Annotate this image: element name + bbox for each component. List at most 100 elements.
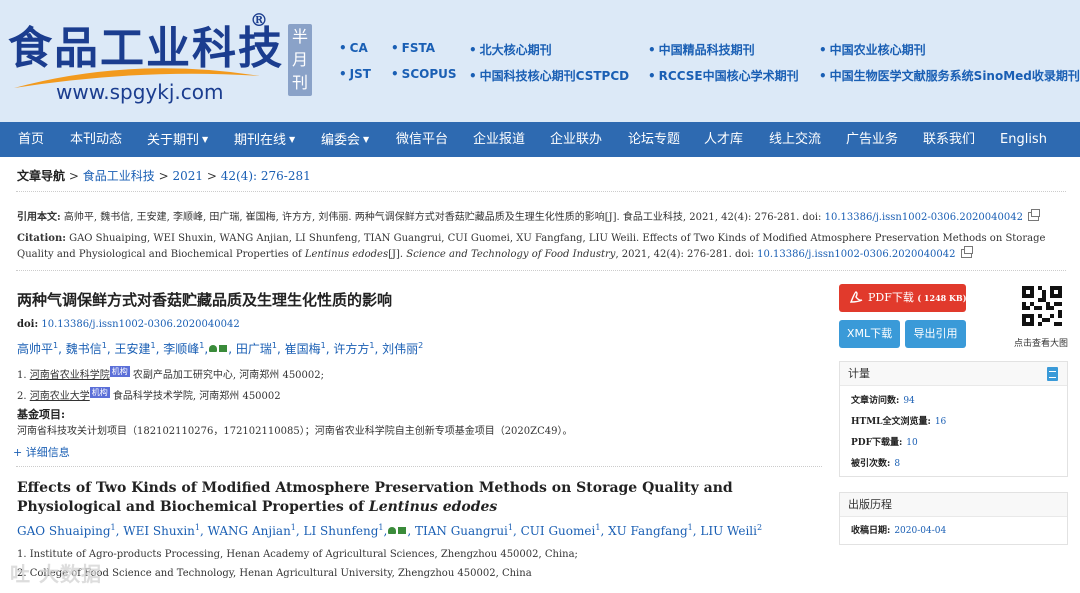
affiliation-sup: 1 (290, 523, 296, 532)
xml-download-button[interactable]: XML下载 (839, 320, 900, 348)
email-icon[interactable] (219, 345, 228, 352)
history-panel: 出版历程 收稿日期: 2020-04-04 (839, 492, 1068, 545)
author-link[interactable]: 王安建 (115, 342, 151, 356)
institution-badge[interactable]: 机构 (89, 387, 110, 398)
export-citation-button[interactable]: 导出引用 (905, 320, 966, 348)
affiliation-sup: 1 (199, 341, 205, 350)
breadcrumb-issue[interactable]: 42(4): 276-281 (221, 169, 311, 183)
index-elite-sci: • 中国精品科技期刊 (648, 43, 755, 57)
affiliation-org-link[interactable]: 河南省农业科学院 (30, 370, 110, 381)
caret-down-icon: ▼ (289, 135, 296, 144)
metrics-panel-header: 计量 (840, 362, 1067, 386)
pdf-icon (849, 291, 863, 303)
author-link[interactable]: WANG Anjian (208, 524, 291, 538)
index-jst: • JST (339, 67, 371, 81)
breadcrumb-journal[interactable]: 食品工业科技 (83, 169, 155, 183)
logo-url[interactable]: www.spgykj.com (56, 80, 223, 104)
qr-code-icon[interactable] (1022, 286, 1062, 326)
metric-row: 文章访问数: 94 (851, 396, 915, 406)
breadcrumb: 文章导航 > 食品工业科技 > 2021 > 42(4): 276-281 (17, 169, 311, 183)
affiliation-sup: 1 (101, 341, 107, 350)
author-link[interactable]: 李顺峰 (163, 342, 199, 356)
author-link[interactable]: WEI Shuxin (123, 524, 195, 538)
nav-online[interactable]: 期刊在线 ▼ (234, 122, 295, 157)
nav-about[interactable]: 关于期刊 ▼ (147, 122, 208, 157)
author-link[interactable]: 崔国梅 (285, 342, 321, 356)
watermark: 吐 大数据 (10, 562, 102, 586)
author-link[interactable]: 田广瑞 (236, 342, 272, 356)
citation-en-doi-link[interactable]: 10.13386/j.issn1002-0306.2020040042 (757, 249, 955, 260)
author-link[interactable]: 魏书信 (66, 342, 102, 356)
affiliation-sup: 1 (53, 341, 59, 350)
history-panel-header: 出版历程 (840, 493, 1067, 517)
nav-english[interactable]: English (1000, 122, 1047, 157)
index-scopus: • SCOPUS (391, 67, 457, 81)
citation-cn-doi-link[interactable]: 10.13386/j.issn1002-0306.2020040042 (825, 212, 1023, 223)
author-link[interactable]: 刘伟丽 (382, 342, 418, 356)
author-link[interactable]: 许方方 (333, 342, 369, 356)
funding-heading: 基金项目: (17, 408, 66, 421)
index-ca: • CA (339, 41, 368, 55)
main-nav: 首页 本刊动态 关于期刊 ▼ 期刊在线 ▼ 编委会 ▼ 微信平台 企业报道 企业联办 … (0, 122, 1080, 157)
article-title-cn: 两种气调保鲜方式对香菇贮藏品质及生理生化性质的影响 (17, 291, 393, 309)
metrics-panel: 计量 文章访问数: 94 HTML全文浏览量: 16 PDF下载量: 10 被引次数:… (839, 361, 1068, 477)
document-icon (1047, 367, 1058, 381)
divider (16, 270, 1066, 271)
nav-editorial-board[interactable]: 编委会 ▼ (321, 122, 369, 157)
corresponding-author-icon (209, 345, 218, 352)
qr-caption: 点击查看大图 (1014, 339, 1069, 349)
breadcrumb-year[interactable]: 2021 (172, 169, 203, 183)
corresponding-author-icon (388, 527, 397, 534)
nav-home[interactable]: 首页 (18, 122, 44, 157)
periodicity-char: 刊 (291, 73, 308, 92)
author-link[interactable]: GAO Shuaiping (17, 524, 111, 538)
article-doi-link[interactable]: 10.13386/j.issn1002-0306.2020040042 (41, 319, 239, 330)
email-icon[interactable] (398, 527, 407, 534)
affiliation-cn-2: 2. 河南农业大学 机构 食品科学技术学院, 河南郑州 450002 (17, 387, 281, 402)
metric-row: HTML全文浏览量: 16 (851, 417, 947, 427)
affiliation-sup: 1 (194, 523, 201, 532)
affiliation-sup: 1 (595, 523, 601, 532)
copy-icon[interactable] (960, 245, 973, 258)
affiliation-sup: 1 (110, 523, 116, 532)
nav-wechat[interactable]: 微信平台 (396, 122, 448, 157)
pdf-download-button[interactable]: PDF下载 ( 1248 KB) (839, 284, 966, 312)
nav-company-report[interactable]: 企业报道 (473, 122, 525, 157)
author-link[interactable]: TIAN Guangrui (415, 524, 508, 538)
index-sinomed: • 中国生物医学文献服务系统SinoMed收录期刊 (819, 69, 1080, 83)
periodicity-char: 月 (291, 50, 308, 69)
funding-text: 河南省科技攻关计划项目（182102110276，172102110085）；河… (17, 426, 573, 437)
author-list-en: GAO Shuaiping1, WEI Shuxin1, WANG Anjian… (17, 523, 763, 538)
details-toggle-link[interactable]: + 详细信息 (13, 444, 70, 460)
affiliation-cn-1: 1. 河南省农业科学院 机构 农副产品加工研究中心, 河南郑州 450002; (17, 366, 325, 381)
nav-news[interactable]: 本刊动态 (70, 122, 122, 157)
index-rccse: • RCCSE中国核心学术期刊 (648, 69, 799, 83)
index-cstpcd: • 中国科技核心期刊CSTPCD (469, 69, 630, 83)
author-link[interactable]: XU Fangfang (608, 524, 688, 538)
affiliation-sup: 2 (756, 523, 763, 532)
nav-forum[interactable]: 论坛专题 (628, 122, 680, 157)
affiliation-sup: 1 (687, 523, 693, 532)
institution-badge[interactable]: 机构 (109, 366, 130, 377)
affiliation-sup: 1 (369, 341, 375, 350)
nav-company-coop[interactable]: 企业联办 (550, 122, 602, 157)
citation-en: Citation: GAO Shuaiping, WEI Shuxin, WAN… (17, 233, 1046, 260)
affiliation-org-link[interactable]: 河南农业大学 (30, 391, 90, 402)
breadcrumb-label: 文章导航 (17, 169, 66, 183)
affiliation-sup: 1 (271, 341, 277, 350)
nav-advertising[interactable]: 广告业务 (846, 122, 898, 157)
nav-talent[interactable]: 人才库 (704, 122, 743, 157)
affiliation-sup: 1 (150, 341, 156, 350)
metric-row: 被引次数: 8 (851, 459, 901, 469)
author-link[interactable]: LIU Weili (700, 524, 757, 538)
author-link[interactable]: CUI Guomei (521, 524, 596, 538)
index-agri-core: • 中国农业核心期刊 (819, 43, 926, 57)
author-link[interactable]: LI Shunfeng (304, 524, 379, 538)
affiliation-sup: 2 (418, 341, 424, 350)
author-link[interactable]: 高帅平 (17, 342, 53, 356)
caret-down-icon: ▼ (202, 135, 209, 144)
nav-contact[interactable]: 联系我们 (923, 122, 975, 157)
history-row: 收稿日期: 2020-04-04 (851, 526, 947, 536)
nav-online-exchange[interactable]: 线上交流 (769, 122, 821, 157)
copy-icon[interactable] (1027, 209, 1040, 221)
